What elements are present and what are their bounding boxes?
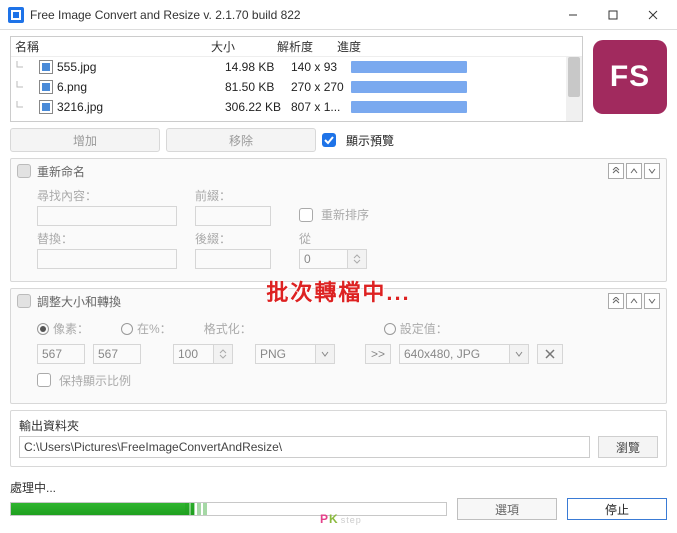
find-label: 尋找內容： bbox=[37, 187, 177, 204]
section-top-button[interactable] bbox=[608, 293, 624, 309]
file-progress-bar bbox=[351, 101, 467, 113]
preset-dropdown-icon[interactable] bbox=[509, 344, 529, 364]
footer: 處理中... 選項 停止 bbox=[0, 477, 677, 528]
file-size: 306.22 KB bbox=[225, 100, 291, 114]
window-title: Free Image Convert and Resize v. 2.1.70 … bbox=[30, 8, 553, 22]
app-logo: FS bbox=[593, 40, 667, 114]
file-size: 14.98 KB bbox=[225, 60, 291, 74]
section-down-button[interactable] bbox=[644, 163, 660, 179]
resize-title: 調整大小和轉換 bbox=[37, 293, 608, 310]
width-input[interactable] bbox=[37, 344, 85, 364]
format-dropdown-icon[interactable] bbox=[315, 344, 335, 364]
file-progress-bar bbox=[351, 61, 467, 73]
rename-enable-checkbox[interactable] bbox=[17, 164, 31, 178]
preset-label: 設定值： bbox=[400, 322, 448, 336]
add-button[interactable]: 增加 bbox=[10, 128, 160, 152]
file-resolution: 270 x 270 bbox=[291, 80, 351, 94]
col-resolution: 解析度 bbox=[277, 38, 337, 55]
section-up-button[interactable] bbox=[626, 293, 642, 309]
file-name: 555.jpg bbox=[57, 60, 225, 74]
percent-label: 在%： bbox=[137, 322, 172, 336]
table-header: 名稱 大小 解析度 進度 bbox=[11, 37, 582, 57]
image-file-icon bbox=[39, 60, 53, 74]
suffix-input[interactable] bbox=[195, 249, 271, 269]
keep-ratio-checkbox[interactable] bbox=[37, 373, 51, 387]
reorder-checkbox[interactable] bbox=[299, 208, 313, 222]
keep-ratio-label: 保持顯示比例 bbox=[59, 372, 131, 389]
file-size: 81.50 KB bbox=[225, 80, 291, 94]
section-down-button[interactable] bbox=[644, 293, 660, 309]
replace-input[interactable] bbox=[37, 249, 177, 269]
status-text: 處理中... bbox=[10, 479, 667, 496]
preset-radio[interactable] bbox=[384, 323, 396, 335]
rename-title: 重新命名 bbox=[37, 163, 608, 180]
output-section: 輸出資料夾 瀏覽 bbox=[10, 410, 667, 467]
output-path-input[interactable] bbox=[19, 436, 590, 458]
height-input[interactable] bbox=[93, 344, 141, 364]
percent-stepper[interactable] bbox=[213, 344, 233, 364]
pixels-label: 像素： bbox=[53, 322, 89, 336]
clear-preset-button[interactable] bbox=[537, 344, 563, 364]
preview-label: 顯示預覽 bbox=[346, 132, 394, 149]
section-up-button[interactable] bbox=[626, 163, 642, 179]
col-name: 名稱 bbox=[15, 38, 211, 55]
preset-select[interactable] bbox=[399, 344, 509, 364]
find-input[interactable] bbox=[37, 206, 177, 226]
overall-progress-bar bbox=[10, 502, 447, 516]
app-icon bbox=[8, 7, 24, 23]
table-row[interactable]: 555.jpg 14.98 KB 140 x 93 bbox=[11, 57, 582, 77]
options-button[interactable]: 選項 bbox=[457, 498, 557, 520]
title-bar: Free Image Convert and Resize v. 2.1.70 … bbox=[0, 0, 677, 30]
table-row[interactable]: 3216.jpg 306.22 KB 807 x 1... bbox=[11, 97, 582, 117]
col-size: 大小 bbox=[211, 38, 277, 55]
col-progress: 進度 bbox=[337, 38, 467, 55]
rename-section: 重新命名 尋找內容： 前綴： bbox=[10, 158, 667, 282]
file-table[interactable]: 名稱 大小 解析度 進度 555.jpg 14.98 KB 140 x 93 6… bbox=[10, 36, 583, 122]
percent-radio[interactable] bbox=[121, 323, 133, 335]
from-input[interactable] bbox=[299, 249, 347, 269]
file-name: 6.png bbox=[57, 80, 225, 94]
replace-label: 替換： bbox=[37, 230, 177, 247]
prefix-input[interactable] bbox=[195, 206, 271, 226]
table-row[interactable]: 6.png 81.50 KB 270 x 270 bbox=[11, 77, 582, 97]
close-button[interactable] bbox=[633, 1, 673, 29]
section-top-button[interactable] bbox=[608, 163, 624, 179]
file-resolution: 140 x 93 bbox=[291, 60, 351, 74]
pixels-radio[interactable] bbox=[37, 323, 49, 335]
from-label: 從 bbox=[299, 230, 367, 247]
percent-input[interactable] bbox=[173, 344, 213, 364]
file-resolution: 807 x 1... bbox=[291, 100, 351, 114]
maximize-button[interactable] bbox=[593, 1, 633, 29]
file-name: 3216.jpg bbox=[57, 100, 225, 114]
format-select[interactable] bbox=[255, 344, 315, 364]
file-progress-bar bbox=[351, 81, 467, 93]
apply-preset-button[interactable]: >> bbox=[365, 344, 391, 364]
image-file-icon bbox=[39, 100, 53, 114]
reorder-label: 重新排序 bbox=[321, 206, 369, 223]
from-stepper[interactable] bbox=[347, 249, 367, 269]
image-file-icon bbox=[39, 80, 53, 94]
remove-button[interactable]: 移除 bbox=[166, 128, 316, 152]
tree-branch-icon bbox=[15, 81, 39, 93]
output-title: 輸出資料夾 bbox=[19, 417, 658, 434]
format-label: 格式化： bbox=[204, 322, 252, 336]
tree-branch-icon bbox=[15, 101, 39, 113]
resize-section: 批次轉檔中... 調整大小和轉換 像素： 在%： 格式化： 設定值： bbox=[10, 288, 667, 404]
prefix-label: 前綴： bbox=[195, 187, 271, 204]
tree-branch-icon bbox=[15, 61, 39, 73]
stop-button[interactable]: 停止 bbox=[567, 498, 667, 520]
suffix-label: 後綴： bbox=[195, 230, 271, 247]
browse-button[interactable]: 瀏覽 bbox=[598, 436, 658, 458]
table-scrollbar[interactable] bbox=[566, 57, 582, 121]
preview-checkbox[interactable] bbox=[322, 133, 336, 147]
logo-text: FS bbox=[610, 60, 650, 94]
resize-enable-checkbox[interactable] bbox=[17, 294, 31, 308]
minimize-button[interactable] bbox=[553, 1, 593, 29]
